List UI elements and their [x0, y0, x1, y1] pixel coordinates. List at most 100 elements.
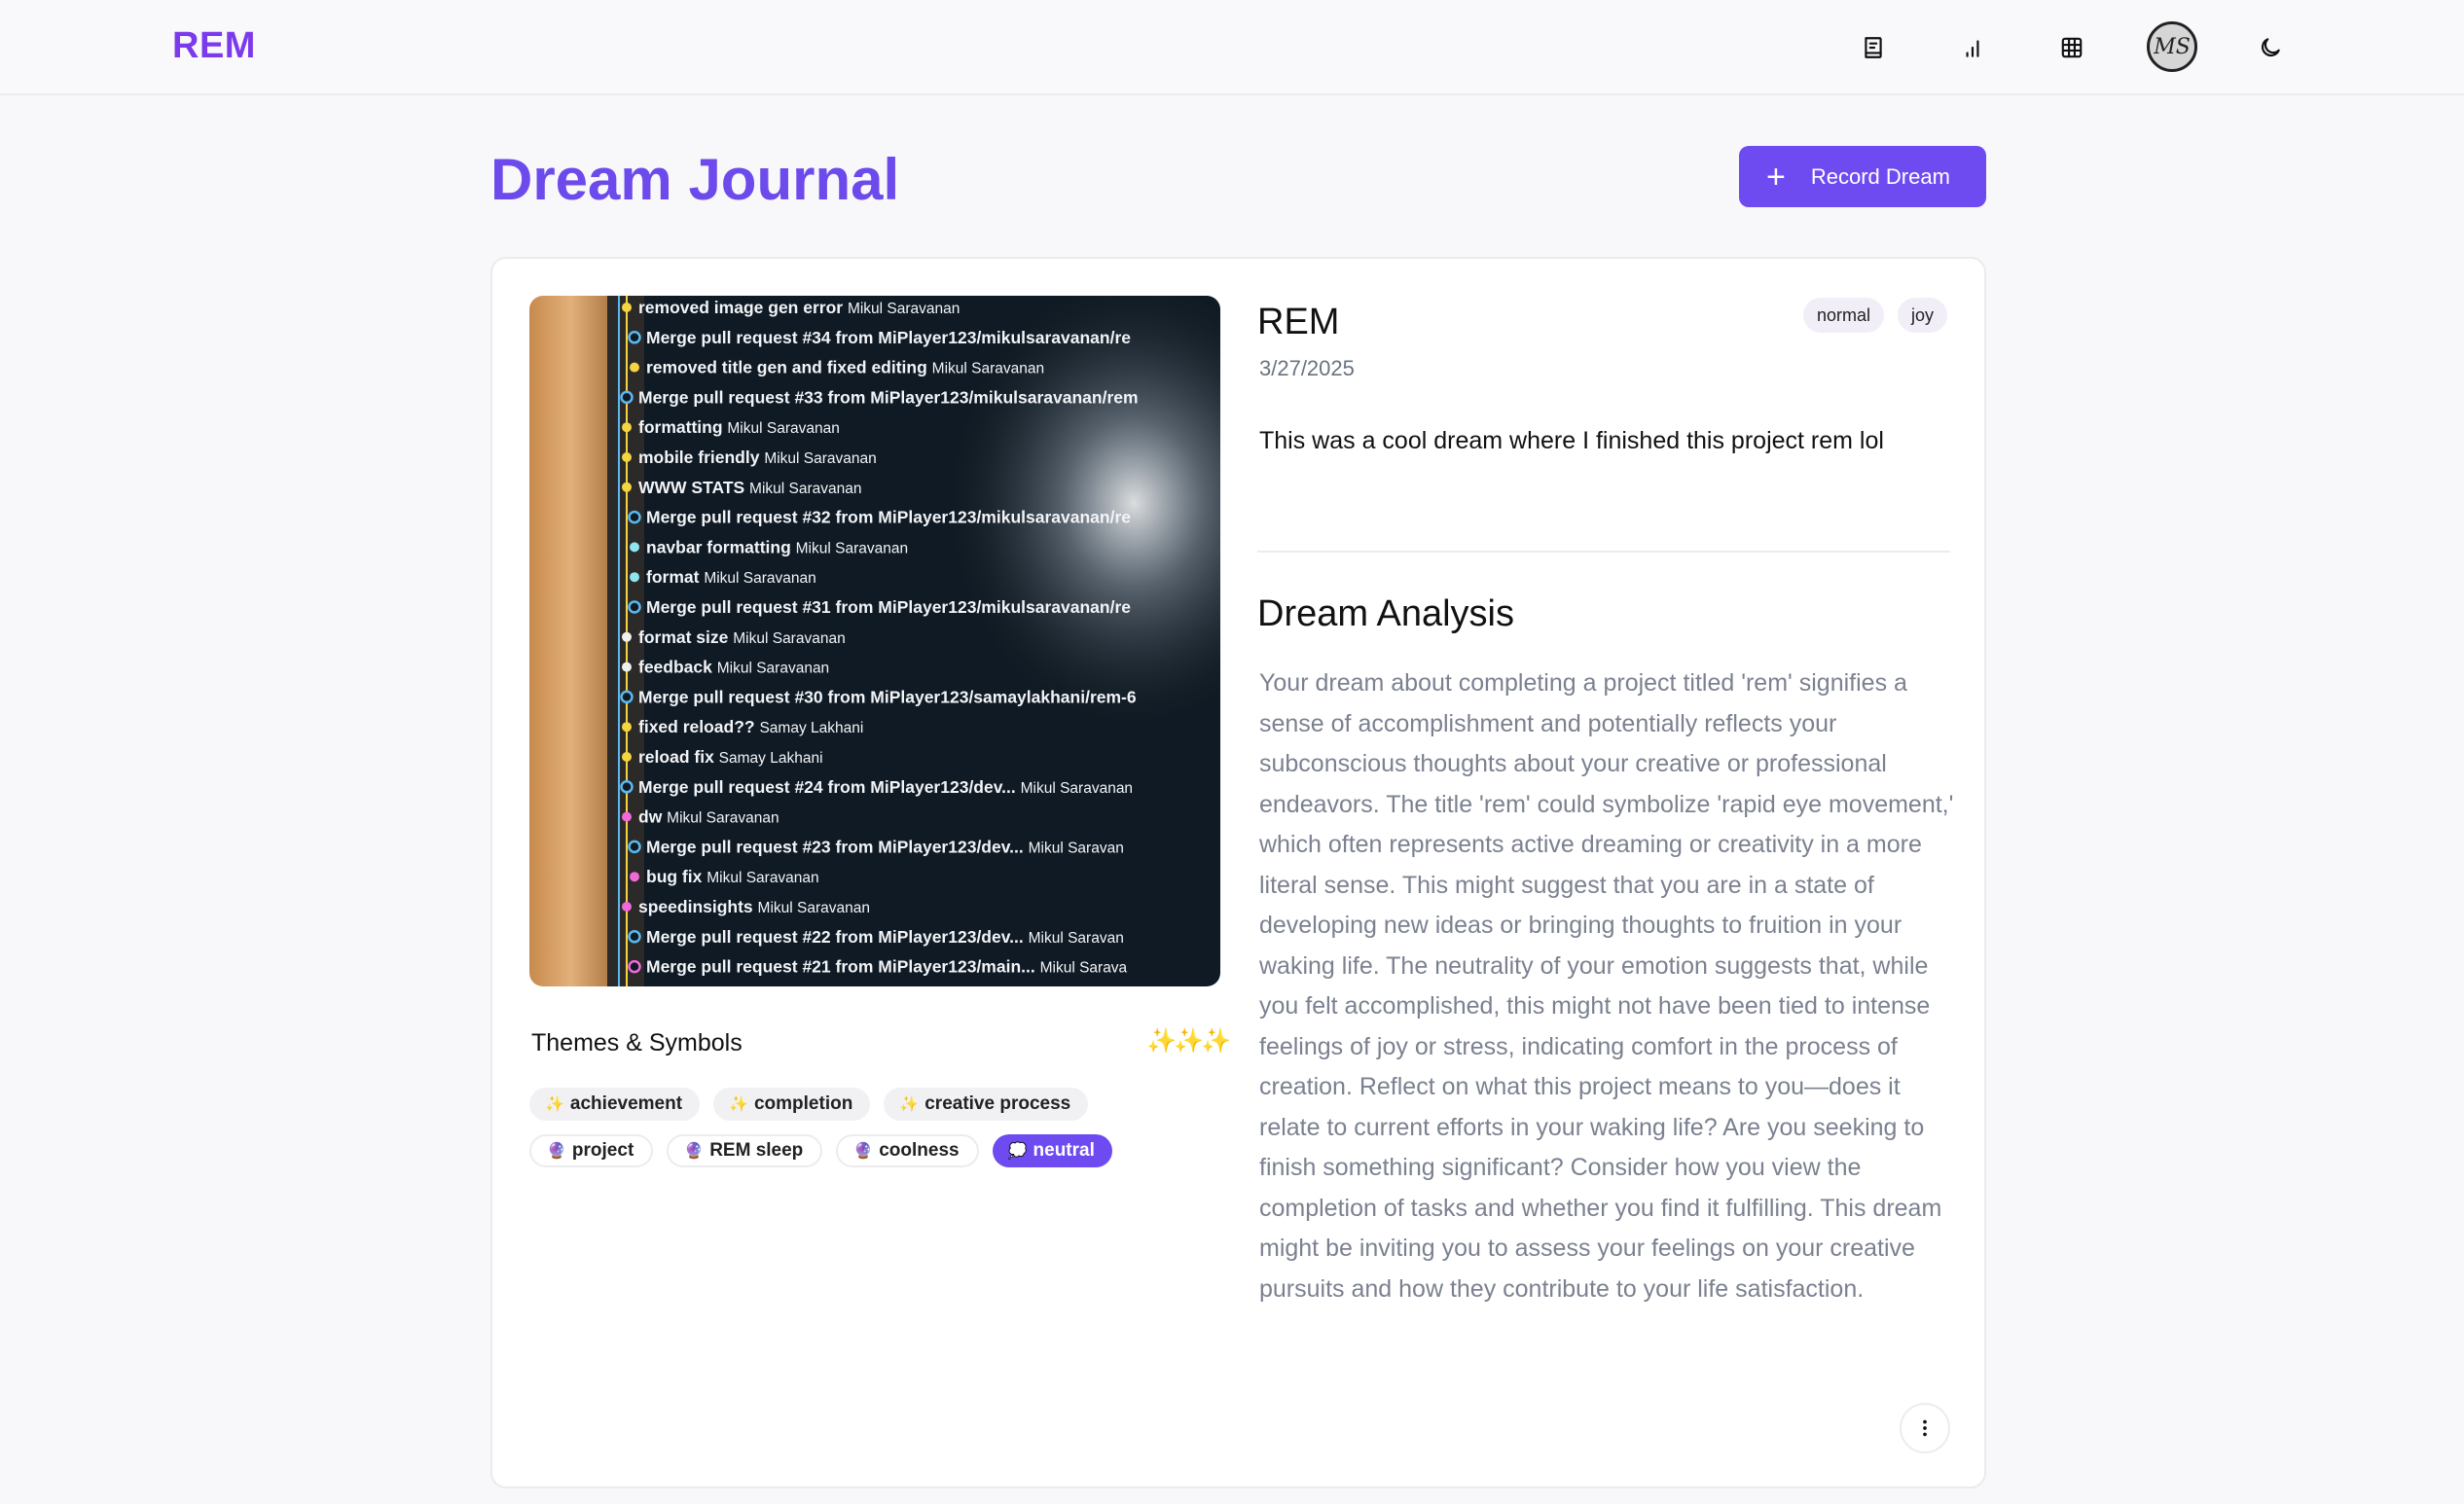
- tags-container: ✨ achievement ✨ completion ✨ creative proce…: [529, 1088, 1211, 1181]
- thought-bubble-icon: 💭: [1007, 1143, 1028, 1160]
- dream-card: removed image gen error Mikul Saravanan M…: [490, 257, 1986, 1488]
- commit-message: Merge pull request #22 from MiPlayer123/…: [646, 927, 1124, 947]
- commit-node: [628, 930, 641, 944]
- crystal-ball-icon: 🔮: [547, 1143, 566, 1160]
- mood-badge: normal: [1802, 298, 1884, 333]
- dream-image: removed image gen error Mikul Saravanan M…: [529, 296, 1220, 986]
- brand-logo[interactable]: REM: [172, 25, 256, 67]
- commit-node: [622, 303, 632, 312]
- emotion-badge: joy: [1897, 298, 1947, 333]
- commit-node: [622, 752, 632, 762]
- vertical-dots-icon: [1923, 1419, 1927, 1437]
- commit-author: Mikul Saravanan: [764, 450, 876, 467]
- analysis-text: Your dream about completing a project ti…: [1259, 669, 1954, 1303]
- commit-author: Mikul Saravan: [1029, 930, 1124, 947]
- commit-message: mobile friendly Mikul Saravanan: [638, 448, 877, 467]
- commit-message: bug fix Mikul Saravanan: [646, 867, 819, 886]
- commit-message: speedinsights Mikul Saravanan: [638, 897, 870, 916]
- crystal-ball-icon: 🔮: [853, 1143, 874, 1160]
- commit-message: formatting Mikul Saravanan: [638, 417, 840, 437]
- commit-author: Mikul Saravanan: [848, 301, 960, 317]
- commit-author: Mikul Saravanan: [1021, 780, 1133, 797]
- theme-label: creative process: [924, 1093, 1071, 1114]
- commit-author: Mikul Saravanan: [667, 810, 779, 827]
- record-dream-button[interactable]: + Record Dream: [1739, 146, 1986, 207]
- commit-node: [622, 662, 632, 672]
- commit-node: [630, 872, 639, 882]
- theme-tag[interactable]: ✨ achievement: [529, 1088, 701, 1121]
- commit-node: [622, 452, 632, 462]
- analysis-title: Dream Analysis: [1257, 593, 1514, 634]
- grid-table-icon[interactable]: [2049, 25, 2094, 70]
- more-options-button[interactable]: [1900, 1403, 1950, 1453]
- commit-node: [620, 690, 634, 704]
- commit-node: [630, 362, 639, 373]
- dream-text: This was a cool dream where I finished t…: [1259, 427, 1884, 454]
- commit-message: Merge pull request #21 from MiPlayer123/…: [646, 957, 1128, 977]
- commit-author: Mikul Saravanan: [749, 481, 861, 497]
- themes-symbols-title: Themes & Symbols: [531, 1029, 743, 1056]
- commit-message: reload fix Samay Lakhani: [638, 747, 823, 767]
- emotion-tag[interactable]: 💭 neutral: [992, 1134, 1112, 1167]
- commit-message: feedback Mikul Saravanan: [638, 658, 829, 677]
- commit-node: [628, 840, 641, 854]
- record-dream-label: Record Dream: [1810, 163, 1950, 189]
- dream-badges: normal joy: [1802, 298, 1947, 333]
- commit-message: Merge pull request #32 from MiPlayer123/…: [646, 508, 1131, 527]
- symbol-label: coolness: [879, 1140, 960, 1161]
- symbol-label: project: [571, 1140, 634, 1161]
- sparkles-icon: ✨✨✨: [1146, 1027, 1231, 1055]
- commit-message: Merge pull request #24 from MiPlayer123/…: [638, 777, 1133, 797]
- commit-node: [622, 422, 632, 433]
- commit-author: Samay Lakhani: [759, 720, 863, 736]
- commit-author: Mikul Saravan: [1029, 840, 1124, 856]
- page-title: Dream Journal: [490, 147, 900, 212]
- commit-node: [628, 959, 641, 974]
- symbol-tag[interactable]: 🔮 coolness: [836, 1134, 979, 1167]
- commit-message: Merge pull request #31 from MiPlayer123/…: [646, 597, 1131, 617]
- symbol-tag[interactable]: 🔮 project: [529, 1134, 654, 1167]
- commit-node: [630, 542, 639, 553]
- symbol-label: REM sleep: [709, 1140, 804, 1161]
- commit-author: Mikul Saravanan: [733, 630, 845, 647]
- commit-node: [628, 510, 641, 524]
- commit-author: Mikul Saravanan: [727, 420, 839, 437]
- sparkle-icon: ✨: [899, 1096, 920, 1113]
- commit-author: Mikul Saravanan: [932, 361, 1044, 377]
- dream-date: 3/27/2025: [1259, 356, 1355, 380]
- commit-message: removed title gen and fixed editing Miku…: [646, 358, 1044, 377]
- commit-message: removed image gen error Mikul Saravanan: [638, 298, 960, 317]
- commit-node: [622, 482, 632, 492]
- commit-message: Merge pull request #33 from MiPlayer123/…: [638, 387, 1139, 407]
- commit-author: Mikul Saravanan: [707, 870, 818, 886]
- emotion-label: neutral: [1033, 1140, 1095, 1161]
- commit-node: [620, 780, 634, 794]
- theme-label: completion: [753, 1093, 853, 1114]
- symbol-tag[interactable]: 🔮 REM sleep: [667, 1134, 823, 1167]
- commit-node: [622, 902, 632, 912]
- stats-chart-icon[interactable]: [1950, 25, 1995, 70]
- commit-author: Mikul Saravanan: [796, 540, 908, 556]
- journal-book-icon[interactable]: [1851, 25, 1896, 70]
- theme-label: achievement: [569, 1093, 683, 1114]
- commit-author: Mikul Saravanan: [758, 900, 870, 916]
- commit-node: [620, 390, 634, 405]
- crystal-ball-icon: 🔮: [684, 1143, 705, 1160]
- commit-message: format Mikul Saravanan: [646, 567, 816, 587]
- theme-tag[interactable]: ✨ completion: [713, 1088, 871, 1121]
- avatar[interactable]: MS: [2147, 21, 2197, 72]
- theme-tag[interactable]: ✨ creative process: [884, 1088, 1089, 1121]
- commit-author: Mikul Saravanan: [704, 570, 815, 587]
- commit-author: Mikul Saravanan: [717, 661, 829, 677]
- commit-message: fixed reload?? Samay Lakhani: [638, 717, 863, 736]
- commit-node: [628, 331, 641, 344]
- commit-node: [622, 722, 632, 733]
- dream-title: REM: [1257, 302, 1340, 342]
- commit-author: Mikul Sarava: [1040, 960, 1128, 977]
- commit-message: navbar formatting Mikul Saravanan: [646, 537, 908, 556]
- moon-icon[interactable]: [2248, 25, 2293, 70]
- commit-message: WWW STATS Mikul Saravanan: [638, 478, 862, 497]
- commit-message: dw Mikul Saravanan: [638, 807, 779, 827]
- sparkle-icon: ✨: [545, 1096, 564, 1113]
- avatar-initials: MS: [2154, 34, 2191, 59]
